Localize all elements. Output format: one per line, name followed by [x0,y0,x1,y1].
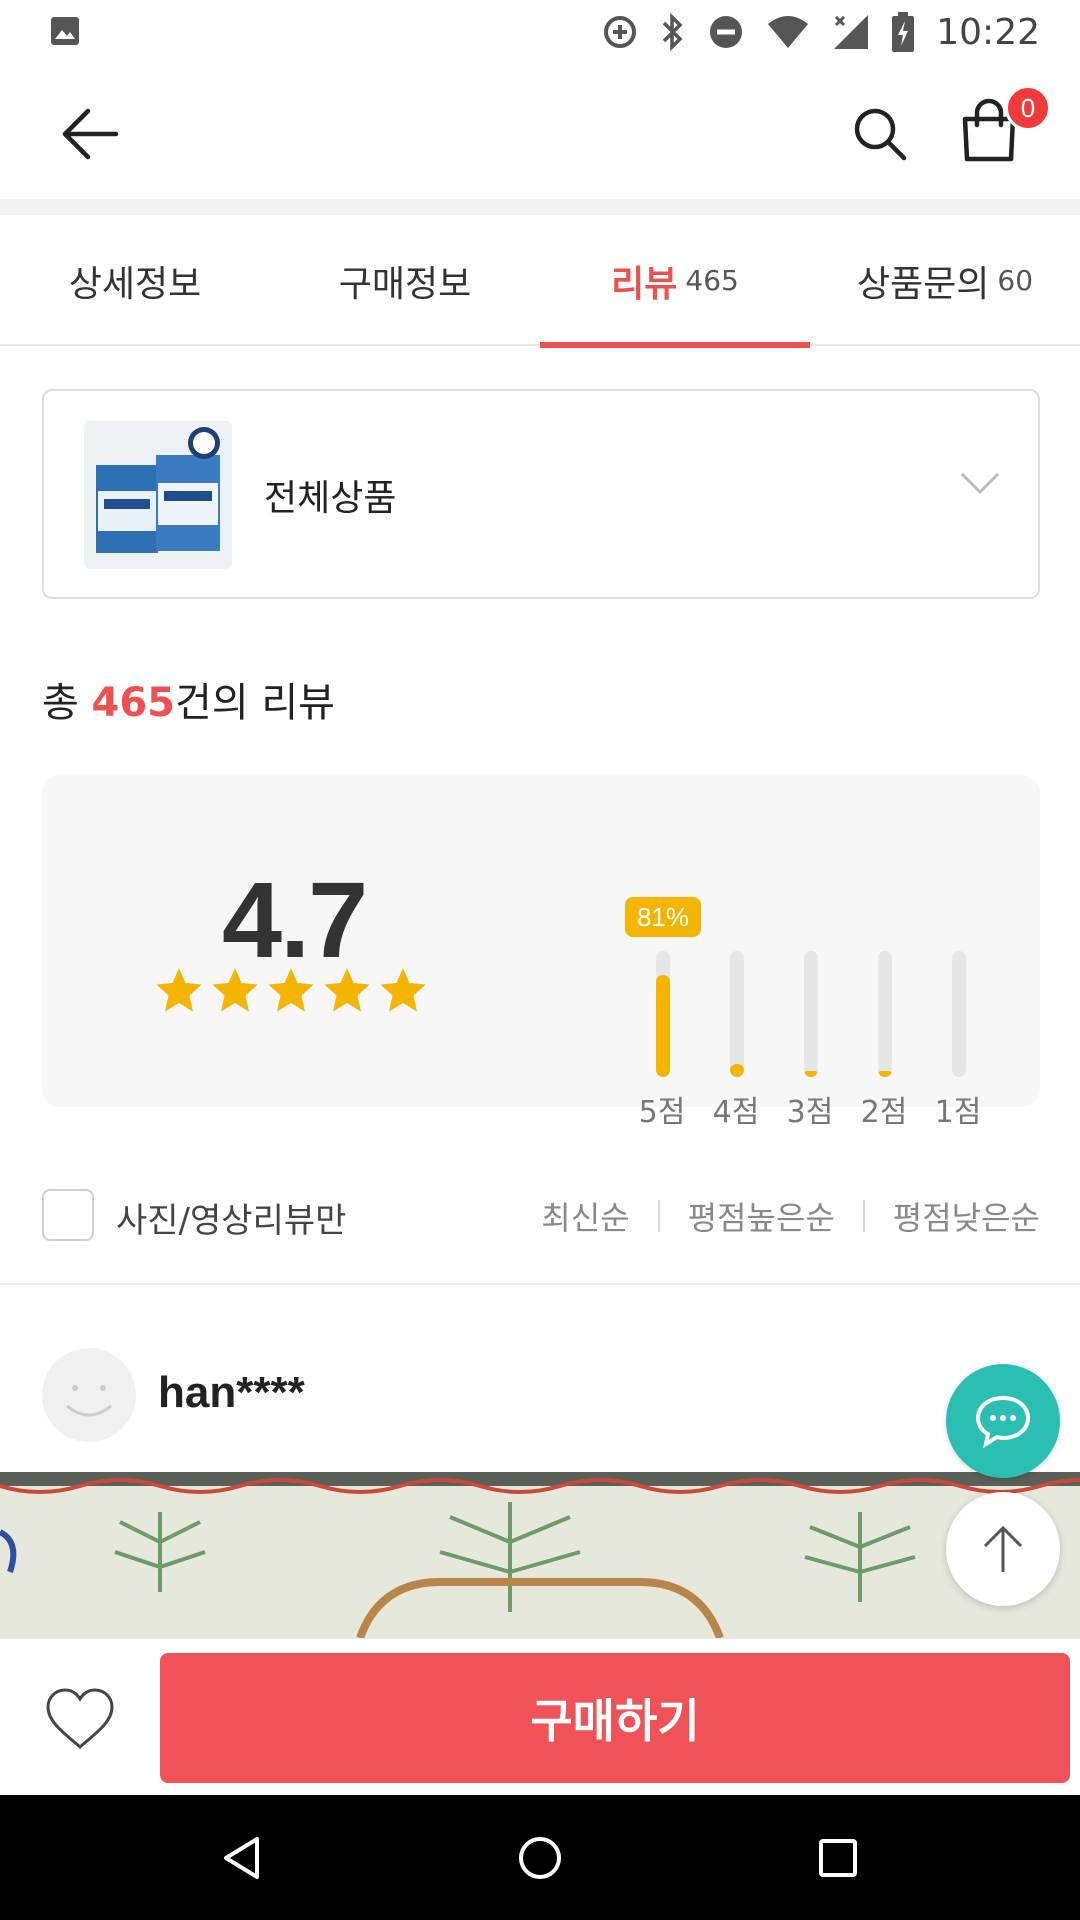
tab-bar: 상세정보 구매정보 리뷰 465 상품문의 60 [0,215,1080,348]
rating-bar: 81% 5점 [622,845,702,1130]
review-filter-bar: 사진/영상리뷰만 최신순 평점높은순 평점낮은순 [0,1175,1080,1285]
star-icon [210,965,260,1019]
search-icon [854,108,907,161]
triangle-back-icon [224,1837,259,1879]
heart-icon [46,1688,114,1749]
clock: 10:22 [936,11,1040,53]
app-bar [0,63,1080,199]
chat-button[interactable] [946,1364,1060,1478]
bluetooth-icon [660,13,686,51]
wishlist-button[interactable] [40,1679,120,1759]
review-total-suffix: 건의 리뷰 [175,680,335,726]
rating-bar-track [804,951,818,1077]
star-icon [378,965,428,1019]
rating-bar: 1점 [918,845,998,1130]
battery-charging-icon [892,12,915,52]
photo-only-checkbox[interactable] [42,1189,94,1241]
rating-bar-label: 5점 [638,1095,686,1130]
back-button[interactable] [55,99,125,169]
scroll-top-button[interactable] [946,1492,1060,1606]
rating-bar-track [730,951,744,1077]
section-divider [0,199,1080,215]
do-not-disturb-icon [708,14,744,50]
arrow-left-icon [62,108,119,160]
rating-bar-track [656,951,670,1077]
photo-only-label[interactable]: 사진/영상리뷰만 [116,1193,346,1242]
rating-bar: 4점 [696,845,776,1130]
status-bar: 10:22 [0,0,1080,63]
square-recents-icon [819,1839,857,1877]
rating-bar-fill [656,975,670,1077]
sort-divider [657,1200,660,1232]
rating-distribution: 81% 5점 4점 3점 2점 1점 [622,845,1022,1130]
buy-button[interactable]: 구매하기 [160,1653,1070,1783]
review-total-prefix: 총 [42,680,92,726]
rating-bar-label: 2점 [860,1095,908,1130]
tab-count: 465 [685,264,739,297]
star-icon [322,965,372,1019]
tab-detail-info[interactable]: 상세정보 [0,215,270,346]
tab-label: 상세정보 [68,263,202,305]
circle-home-icon [519,1837,561,1879]
data-saver-icon [602,14,638,50]
tab-product-qna[interactable]: 상품문의 60 [810,215,1080,346]
review-total: 총 465건의 리뷰 [42,670,335,728]
tab-reviews[interactable]: 리뷰 465 [540,215,810,348]
rating-percent-badge: 81% [625,897,701,937]
signal-icon [832,13,870,51]
cart-count-badge: 0 [1005,85,1051,131]
navigation-bar [0,1795,1080,1920]
tab-count: 60 [997,264,1034,297]
product-option-dropdown[interactable]: 전체상품 [42,389,1040,599]
rating-summary: 4.7 81% 5점 4점 3점 2점 1점 [42,775,1040,1130]
product-option-label: 전체상품 [264,478,397,519]
product-thumbnail [84,421,232,569]
search-button[interactable] [845,99,915,169]
sort-options: 최신순 평점높은순 평점낮은순 [541,1193,1040,1239]
rating-bar: 3점 [770,845,850,1130]
review-total-count: 465 [91,680,176,726]
sort-highest-rating[interactable]: 평점높은순 [688,1193,835,1239]
rating-bar-label: 3점 [786,1095,834,1130]
chat-bubble-icon [975,1395,1031,1448]
rating-bar-track [952,951,966,1077]
rating-bar-fill [804,1071,818,1077]
star-icon [266,965,316,1019]
wifi-icon [766,14,810,50]
tab-purchase-info[interactable]: 구매정보 [270,215,540,346]
rating-bar-label: 4점 [712,1095,760,1130]
star-rating [154,965,428,1019]
purchase-bar: 구매하기 [0,1638,1080,1795]
star-icon [154,965,204,1019]
tab-label: 상품문의 [856,263,990,305]
rating-bar-label: 1점 [934,1095,982,1130]
rating-bar-track [878,951,892,1077]
avatar [42,1348,136,1442]
nav-home-button[interactable] [507,1825,573,1891]
tab-label: 구매정보 [338,263,472,305]
average-score: 4.7 [222,859,368,980]
rating-bar-fill [878,1071,892,1077]
nav-recents-button[interactable] [805,1825,871,1891]
arrow-up-icon [983,1525,1023,1572]
reviewer-name: han**** [158,1368,305,1417]
sort-latest[interactable]: 최신순 [541,1193,629,1239]
tab-label: 리뷰 [611,263,678,305]
sort-divider [862,1200,865,1232]
chevron-down-icon [960,471,1000,499]
rating-bar: 2점 [844,845,924,1130]
gallery-icon [50,16,80,50]
rating-bar-fill [730,1064,744,1077]
review-photo[interactable] [0,1472,1080,1638]
nav-back-button[interactable] [208,1825,274,1891]
sort-lowest-rating[interactable]: 평점낮은순 [893,1193,1040,1239]
